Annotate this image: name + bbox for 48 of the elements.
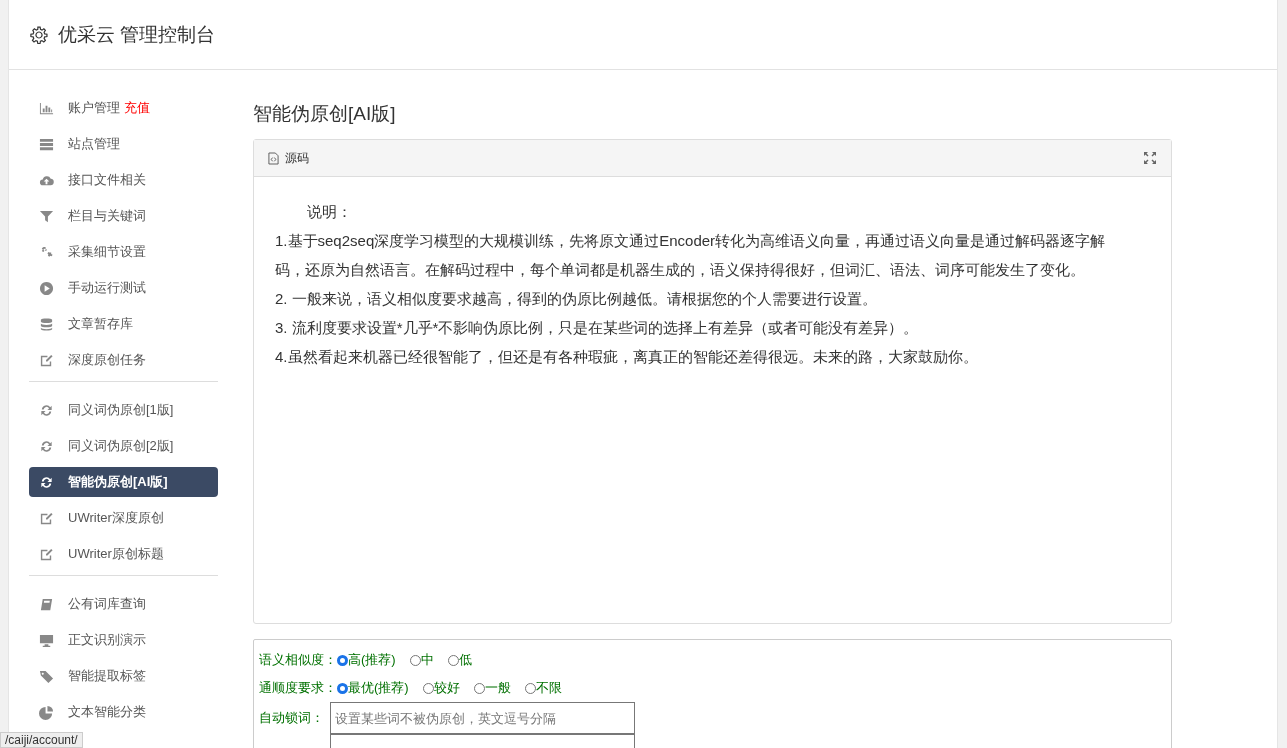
radio-option[interactable]: 较好 <box>422 679 460 697</box>
sidebar-item[interactable]: 同义词伪原创[1版] <box>29 395 218 425</box>
sidebar-item[interactable]: 智能提取标签 <box>29 661 218 691</box>
sidebar-item[interactable]: 文章暂存库 <box>29 309 218 339</box>
sidebar-item[interactable]: 正文识别演示 <box>29 625 218 655</box>
sidebar-item[interactable]: 接口文件相关 <box>29 165 218 195</box>
sidebar-item[interactable]: 文本智能分类 <box>29 697 218 727</box>
radio-option[interactable]: 一般 <box>473 679 511 697</box>
sidebar-item[interactable]: 采集细节设置 <box>29 237 218 267</box>
sidebar-item[interactable]: 账户管理 充值 <box>29 93 218 123</box>
sidebar-item[interactable]: 智能伪原创[AI版] <box>29 467 218 497</box>
source-button[interactable]: 源码 <box>268 149 309 167</box>
input-field[interactable]: 设置某些词不被伪原创，英文逗号分隔 <box>330 702 635 734</box>
option-label: 语义相似度： <box>259 651 337 669</box>
option-label: 自动锁词： <box>259 709 325 727</box>
radio-option[interactable]: 最优(推荐) <box>337 679 409 697</box>
radio-icon[interactable] <box>524 682 536 694</box>
radio-option[interactable]: 低 <box>447 651 472 669</box>
status-url: /caiji/account/ <box>0 732 83 748</box>
radio-icon[interactable] <box>422 682 434 694</box>
description-text: 1.基于seq2seq深度学习模型的大规模训练，先将原文通过Encoder转化为高维语义向量，再通过语义向量是通过解码器逐字解码，还原为自然语言。在解码过程中，每个单词都是机器生成的，语义保持得很好，但词汇、语法、词序可能发生了变化。 <box>275 231 1107 280</box>
page-title: 智能伪原创[AI版] <box>253 102 397 126</box>
sidebar-item[interactable]: UWriter深度原创 <box>29 503 218 533</box>
option-label: 通顺度要求： <box>259 679 337 697</box>
sidebar-item[interactable]: 公有词库查询 <box>29 589 218 619</box>
sidebar-item[interactable]: 站点管理 <box>29 129 218 159</box>
file-code-icon <box>268 151 279 165</box>
sidebar-item[interactable]: 栏目与关键词 <box>29 201 218 231</box>
sidebar-item[interactable]: 深度原创任务 <box>29 345 218 375</box>
radio-option[interactable]: 中 <box>409 651 434 669</box>
sidebar-item[interactable]: UWriter原创标题 <box>29 539 218 569</box>
radio-icon[interactable] <box>337 654 348 666</box>
radio-option[interactable]: 不限 <box>524 679 562 697</box>
radio-option[interactable]: 高(推荐) <box>337 651 396 669</box>
radio-icon[interactable] <box>473 682 485 694</box>
description-text: 2. 一般来说，语义相似度要求越高，得到的伪原比例越低。请根据您的个人需要进行设置。 <box>275 289 878 309</box>
description-text: 3. 流利度要求设置*几乎*不影响伪原比例，只是在某些词的选择上有差异（或者可能没有差异）。 <box>275 318 920 338</box>
console-title: 优采云 管理控制台 <box>58 22 216 47</box>
description-text: 说明： <box>306 202 353 222</box>
settings-icon <box>30 25 48 44</box>
radio-icon[interactable] <box>447 654 459 666</box>
fullscreen-icon[interactable] <box>1143 151 1157 165</box>
sidebar-item[interactable]: 同义词伪原创[2版] <box>29 431 218 461</box>
description-text: 4.虽然看起来机器已经很智能了，但还是有各种瑕疵，离真正的智能还差得很远。未来的路，大家鼓励你。 <box>275 347 979 367</box>
radio-icon[interactable] <box>409 654 421 666</box>
sidebar-item[interactable]: 手动运行测试 <box>29 273 218 303</box>
recharge-link[interactable]: 充值 <box>124 99 150 117</box>
radio-icon[interactable] <box>337 682 348 694</box>
